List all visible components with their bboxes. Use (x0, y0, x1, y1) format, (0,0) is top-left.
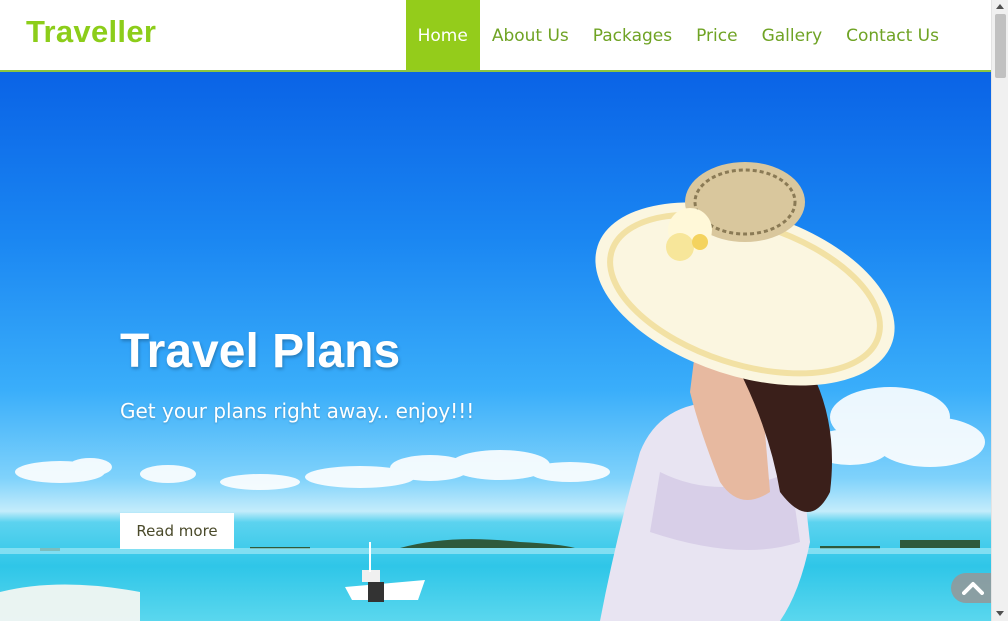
scroll-down-arrow-icon[interactable] (996, 611, 1004, 616)
read-more-button[interactable]: Read more (120, 513, 234, 549)
scroll-to-top-button[interactable] (951, 573, 991, 603)
hero-subtitle: Get your plans right away.. enjoy!!! (120, 399, 475, 423)
chevron-up-icon (962, 582, 984, 595)
nav-item-home[interactable]: Home (405, 0, 480, 70)
scrollbar-thumb[interactable] (995, 14, 1006, 78)
site-header: Traveller Home About Us Packages Price G… (0, 0, 991, 72)
nav-item-packages[interactable]: Packages (581, 0, 684, 70)
main-nav: Home About Us Packages Price Gallery Con… (405, 0, 951, 70)
vertical-scrollbar[interactable] (991, 0, 1008, 621)
page: Traveller Home About Us Packages Price G… (0, 0, 991, 621)
nav-item-price[interactable]: Price (684, 0, 749, 70)
nav-item-gallery[interactable]: Gallery (750, 0, 835, 70)
site-logo[interactable]: Traveller (26, 14, 156, 50)
hero-title: Travel Plans (120, 325, 401, 378)
hero-banner: Travel Plans Get your plans right away..… (0, 72, 991, 621)
scroll-up-arrow-icon[interactable] (996, 4, 1004, 9)
nav-item-about-us[interactable]: About Us (480, 0, 581, 70)
nav-item-contact-us[interactable]: Contact Us (834, 0, 951, 70)
